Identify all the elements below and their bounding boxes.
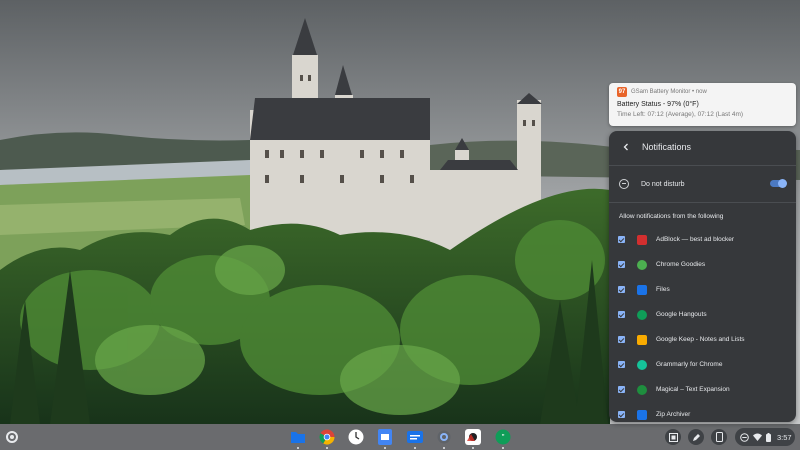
chrome-icon[interactable]: [318, 428, 336, 449]
pen-icon: [692, 433, 700, 441]
do-not-disturb-row[interactable]: Do not disturb: [609, 168, 796, 200]
hangouts-icon: [637, 309, 647, 320]
app-notification-row[interactable]: AdBlock — best ad blocker: [609, 227, 796, 252]
keep-icon: [637, 334, 647, 345]
app-notification-list: AdBlock — best ad blocker Chrome Goodies F…: [609, 227, 796, 422]
panel-title: Notifications: [642, 142, 692, 152]
toast-body: Time Left: 07:12 (Average), 07:12 (Last …: [617, 111, 744, 118]
stylus-tools-button[interactable]: [688, 429, 704, 445]
app-notification-row[interactable]: Google Hangouts: [609, 302, 796, 327]
chrome-goodies-icon: [637, 259, 647, 270]
adblock-icon: [637, 234, 647, 245]
camera-icon[interactable]: [464, 428, 482, 449]
do-not-disturb-toggle[interactable]: [770, 178, 787, 188]
wifi-icon: [753, 433, 762, 441]
shelf: " 3:57: [0, 424, 800, 450]
app-name-label: Magical – Text Expansion: [656, 386, 730, 393]
app-notification-row[interactable]: Magical – Text Expansion: [609, 377, 796, 402]
notification-settings-panel: Notifications Do not disturb Allow notif…: [609, 131, 796, 422]
app-notification-row[interactable]: Files: [609, 277, 796, 302]
launcher-button[interactable]: [6, 431, 18, 443]
settings-icon[interactable]: [435, 428, 453, 449]
app-checkbox[interactable]: [618, 336, 625, 343]
app-checkbox[interactable]: [618, 386, 625, 393]
app-name-label: AdBlock — best ad blocker: [656, 236, 735, 243]
do-not-disturb-label: Do not disturb: [641, 180, 685, 188]
app-checkbox[interactable]: [618, 311, 625, 318]
messages-icon[interactable]: [406, 428, 424, 449]
allow-notifications-label: Allow notifications from the following: [619, 212, 724, 220]
app-name-label: Chrome Goodies: [656, 261, 706, 268]
panel-header: Notifications: [609, 131, 796, 163]
do-not-disturb-icon: [619, 179, 629, 189]
battery-monitor-icon: 97: [617, 87, 627, 97]
clock-icon[interactable]: [347, 428, 365, 446]
files-icon: [637, 284, 647, 295]
svg-text:": ": [502, 433, 505, 442]
toast-header: 97 GSam Battery Monitor • now: [617, 87, 788, 97]
clock-time: 3:57: [777, 432, 792, 442]
battery-notification-toast[interactable]: 97 GSam Battery Monitor • now Battery St…: [609, 83, 796, 126]
app-name-label: Files: [656, 286, 670, 293]
app-checkbox[interactable]: [618, 411, 625, 418]
app-name-label: Grammarly for Chrome: [656, 361, 723, 368]
status-area[interactable]: 3:57: [735, 428, 795, 446]
app-checkbox[interactable]: [618, 261, 625, 268]
zip-archiver-icon: [637, 409, 647, 420]
divider: [609, 202, 796, 203]
app-notification-row[interactable]: Grammarly for Chrome: [609, 352, 796, 377]
app-name-label: Google Hangouts: [656, 311, 707, 318]
phone-icon: [715, 432, 723, 442]
battery-icon: [766, 432, 771, 442]
back-button[interactable]: [619, 140, 633, 154]
app-name-label: Google Keep - Notes and Lists: [656, 336, 745, 343]
toast-source: GSam Battery Monitor • now: [631, 89, 707, 95]
screen-capture-button[interactable]: [665, 429, 681, 445]
app-name-label: Zip Archiver: [656, 411, 691, 418]
app-notification-row[interactable]: Zip Archiver: [609, 402, 796, 422]
docs-icon[interactable]: [376, 428, 394, 449]
do-not-disturb-icon: [740, 432, 749, 442]
screen-capture-icon: [668, 432, 678, 442]
chevron-left-icon: [623, 143, 628, 151]
app-checkbox[interactable]: [618, 286, 625, 293]
files-icon[interactable]: [289, 428, 307, 449]
app-notification-row[interactable]: Chrome Goodies: [609, 252, 796, 277]
app-notification-row[interactable]: Google Keep - Notes and Lists: [609, 327, 796, 352]
app-checkbox[interactable]: [618, 236, 625, 243]
app-checkbox[interactable]: [618, 361, 625, 368]
phone-hub-button[interactable]: [711, 429, 727, 445]
hangouts-icon[interactable]: ": [494, 428, 512, 449]
grammarly-icon: [637, 359, 647, 370]
magical-icon: [637, 384, 647, 395]
divider: [609, 165, 796, 166]
toast-title: Battery Status - 97% (0°F): [617, 101, 699, 108]
